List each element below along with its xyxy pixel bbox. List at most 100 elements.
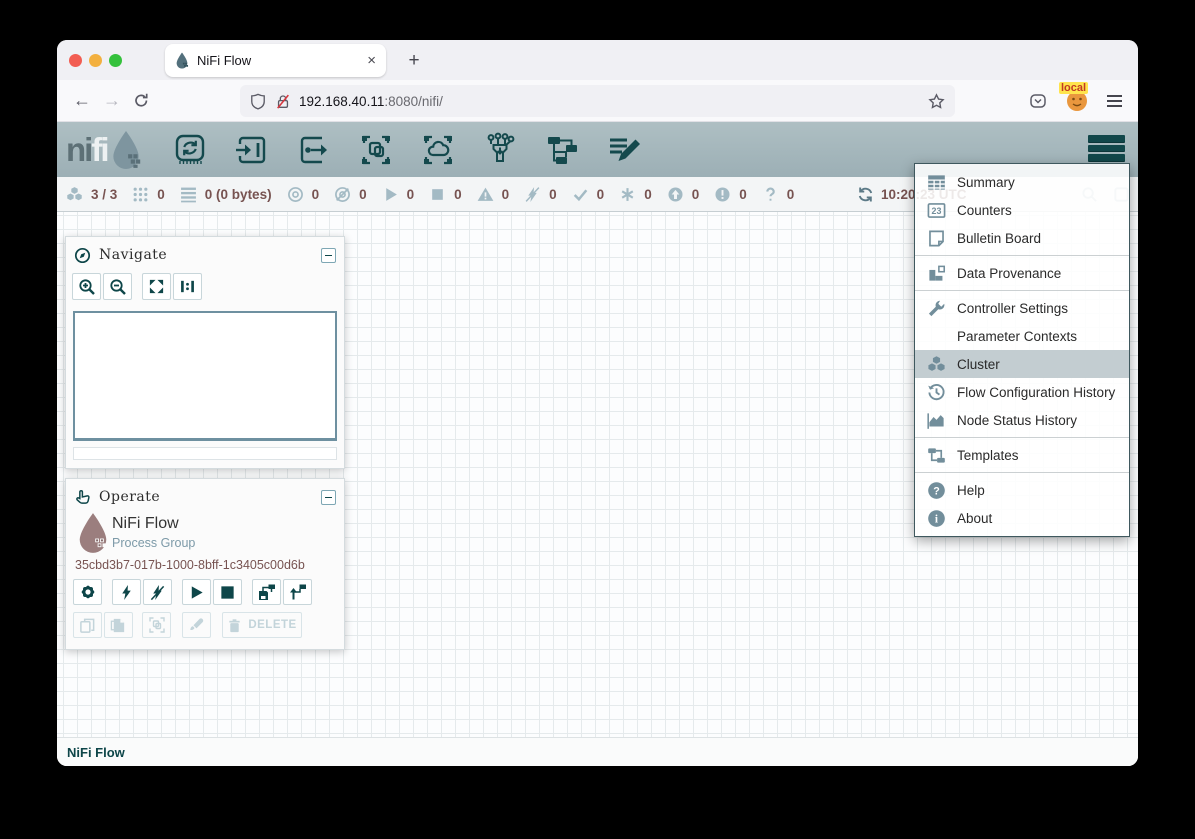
- browser-tab[interactable]: NiFi Flow ×: [165, 44, 386, 77]
- logo-ni: ni: [66, 131, 91, 168]
- url-text[interactable]: 192.168.40.11:8080/nifi/: [299, 94, 928, 109]
- input-port-component-icon[interactable]: [234, 132, 270, 168]
- refresh-icon[interactable]: [857, 186, 874, 203]
- selection-name: NiFi Flow: [112, 515, 179, 533]
- trash-icon: [227, 618, 242, 633]
- browser-menu-button[interactable]: [1107, 95, 1122, 107]
- summary-table-icon: [927, 173, 946, 192]
- insecure-lock-icon[interactable]: [275, 93, 291, 110]
- navigate-collapse-button[interactable]: [321, 248, 336, 263]
- nifi-global-menu-button[interactable]: [1088, 135, 1125, 161]
- menu-label: Cluster: [957, 357, 1000, 372]
- templates-icon: [927, 446, 946, 465]
- zoom-in-button[interactable]: [72, 273, 101, 300]
- window-zoom-button[interactable]: [109, 54, 122, 67]
- tab-close-icon[interactable]: ×: [367, 53, 376, 68]
- back-button[interactable]: ←: [67, 90, 97, 111]
- funnel-component-icon[interactable]: [482, 132, 518, 168]
- counters-icon: 23: [927, 201, 946, 220]
- paste-icon: [110, 617, 127, 634]
- menu-item-counters[interactable]: 23 Counters: [915, 196, 1129, 224]
- upload-template-button[interactable]: [283, 579, 312, 605]
- paste-button[interactable]: [104, 612, 133, 638]
- enable-button[interactable]: [112, 579, 141, 605]
- menu-item-controller-settings[interactable]: Controller Settings: [915, 294, 1129, 322]
- remote-process-group-component-icon[interactable]: [420, 132, 456, 168]
- not-transmitting-icon: [334, 186, 351, 203]
- zoom-fit-icon: [148, 278, 165, 295]
- fill-color-button[interactable]: [182, 612, 211, 638]
- template-component-icon[interactable]: [544, 132, 580, 168]
- menu-item-node-status-history[interactable]: Node Status History: [915, 406, 1129, 434]
- selection-id[interactable]: 35cbd3b7-017b-1000-8bff-1c3405c00d6b: [75, 558, 305, 572]
- processor-component-icon[interactable]: [172, 132, 208, 168]
- window-close-button[interactable]: [69, 54, 82, 67]
- transmitting-count: 0: [312, 187, 320, 202]
- reload-button[interactable]: [133, 92, 150, 109]
- start-button[interactable]: [182, 579, 211, 605]
- cluster-status: 3 / 3: [66, 186, 117, 203]
- copy-icon: [79, 617, 96, 634]
- not-transmitting-count: 0: [359, 187, 367, 202]
- menu-divider: [915, 290, 1129, 291]
- disable-button[interactable]: [143, 579, 172, 605]
- process-group-component-icon[interactable]: [358, 132, 394, 168]
- profile-avatar[interactable]: local: [1065, 89, 1089, 113]
- window-minimize-button[interactable]: [89, 54, 102, 67]
- configure-button[interactable]: [73, 579, 102, 605]
- tab-title: NiFi Flow: [197, 53, 361, 68]
- stopped-count: 0: [454, 187, 462, 202]
- copy-button[interactable]: [73, 612, 102, 638]
- birdseye-slider[interactable]: [73, 447, 337, 460]
- stopped-icon: [429, 186, 446, 203]
- zoom-fit-button[interactable]: [142, 273, 171, 300]
- about-info-icon: i: [927, 509, 946, 528]
- menu-item-cluster[interactable]: Cluster: [915, 350, 1129, 378]
- delete-button[interactable]: DELETE: [222, 612, 302, 638]
- url-bar[interactable]: 192.168.40.11:8080/nifi/: [240, 85, 955, 117]
- menu-label: Flow Configuration History: [957, 385, 1115, 400]
- menu-item-about[interactable]: i About: [915, 504, 1129, 532]
- zoom-actual-size-button[interactable]: [173, 273, 202, 300]
- stopped-status: 0: [429, 186, 462, 203]
- group-button[interactable]: [142, 612, 171, 638]
- nav-right-cluster: local: [1029, 80, 1130, 122]
- blank-icon-slot: [927, 327, 946, 346]
- bookmark-star-icon[interactable]: [928, 93, 945, 110]
- profile-badge: local: [1059, 82, 1088, 94]
- menu-item-summary[interactable]: Summary: [915, 168, 1129, 196]
- pocket-icon[interactable]: [1029, 92, 1047, 110]
- tracking-protection-shield-icon[interactable]: [250, 93, 266, 110]
- threads-icon: [132, 186, 149, 203]
- enable-bolt-icon: [118, 584, 135, 601]
- locally-modified-stale-status: 0: [714, 186, 747, 203]
- stop-square-icon: [219, 584, 236, 601]
- birdseye-view[interactable]: [73, 311, 337, 441]
- new-tab-button[interactable]: +: [401, 48, 427, 74]
- menu-divider: [915, 472, 1129, 473]
- menu-item-parameter-contexts[interactable]: Parameter Contexts: [915, 322, 1129, 350]
- menu-item-bulletin-board[interactable]: Bulletin Board: [915, 224, 1129, 252]
- svg-text:?: ?: [933, 485, 940, 497]
- forward-button[interactable]: →: [97, 90, 127, 111]
- menu-item-templates[interactable]: Templates: [915, 441, 1129, 469]
- menu-item-help[interactable]: ? Help: [915, 476, 1129, 504]
- zoom-out-button[interactable]: [103, 273, 132, 300]
- gear-icon: [79, 583, 97, 601]
- operate-collapse-button[interactable]: [321, 490, 336, 505]
- menu-label: Node Status History: [957, 413, 1077, 428]
- up-to-date-check-icon: [572, 186, 589, 203]
- sync-failure-status: 0: [762, 186, 795, 203]
- label-component-icon[interactable]: [606, 132, 642, 168]
- browser-window: NiFi Flow × + ← → 192.168.40.11:8080/nif…: [57, 40, 1138, 766]
- menu-item-data-provenance[interactable]: Data Provenance: [915, 259, 1129, 287]
- cluster-nodes-icon: [66, 186, 83, 203]
- menu-item-flow-configuration-history[interactable]: Flow Configuration History: [915, 378, 1129, 406]
- stop-button[interactable]: [213, 579, 242, 605]
- svg-text:i: i: [935, 513, 938, 525]
- group-selection-icon: [148, 616, 166, 634]
- output-port-component-icon[interactable]: [296, 132, 332, 168]
- up-to-date-count: 0: [597, 187, 605, 202]
- breadcrumb-nifi-flow[interactable]: NiFi Flow: [67, 745, 125, 760]
- create-template-button[interactable]: [252, 579, 281, 605]
